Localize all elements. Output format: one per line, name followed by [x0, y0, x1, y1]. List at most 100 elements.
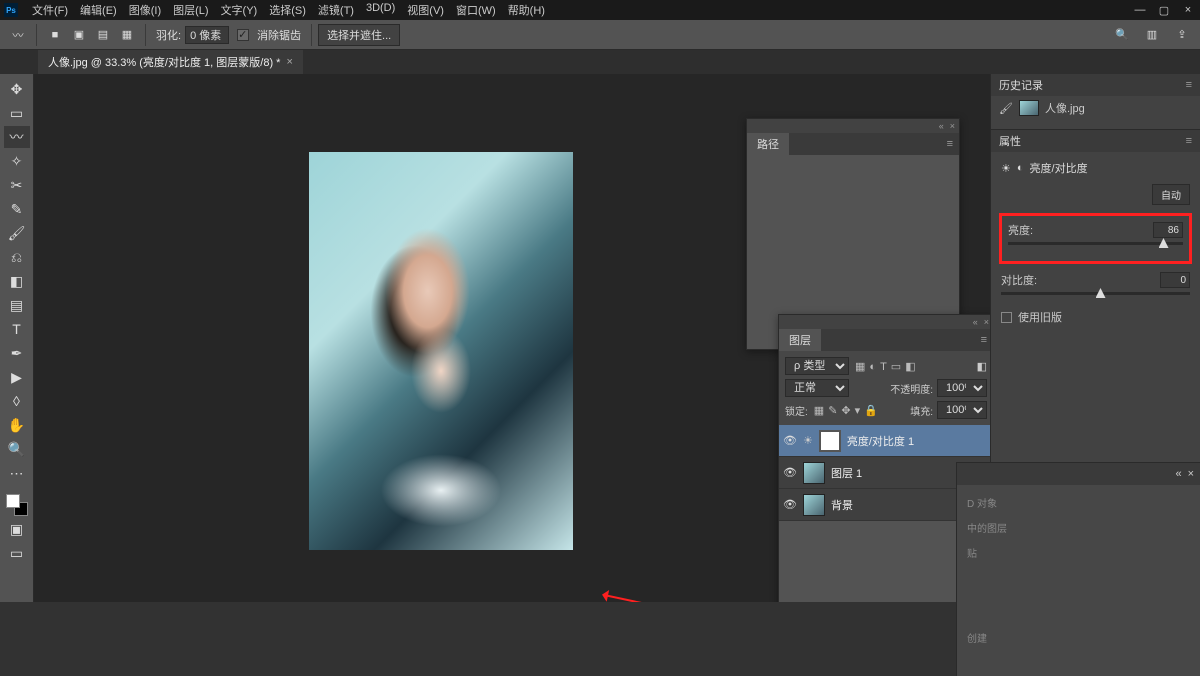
search-icon[interactable]: 🔍	[1112, 25, 1132, 45]
workspace-icon[interactable]: ▥	[1142, 25, 1162, 45]
layer-name-label: 图层 1	[831, 465, 862, 481]
document-tab-title: 人像.jpg @ 33.3% (亮度/对比度 1, 图层蒙版/8) *	[48, 54, 280, 70]
magic-wand-tool[interactable]: ✧	[4, 150, 30, 172]
opacity-input[interactable]: 100%	[937, 379, 987, 397]
share-icon[interactable]: ⇪	[1172, 25, 1192, 45]
panel-close-icon[interactable]: ×	[984, 317, 989, 327]
menu-item[interactable]: 文字(Y)	[215, 2, 264, 18]
visibility-toggle-icon[interactable]: 👁	[783, 434, 797, 447]
crop-tool[interactable]: ✂	[4, 174, 30, 196]
menu-item[interactable]: 图层(L)	[167, 2, 214, 18]
lasso-tool[interactable]: 〰	[4, 126, 30, 148]
menu-item[interactable]: 文件(F)	[26, 2, 74, 18]
panel-collapse-icon[interactable]: «	[973, 317, 978, 327]
main-area: ✥ ▭ 〰 ✧ ✂ ✎ 🖌 ⎌ ◧ ▤ T ✒ ▶ ◊ ✋ 🔍 ⋯ ▣ ▭ «	[0, 74, 1200, 602]
history-thumb	[1019, 100, 1039, 116]
legacy-checkbox[interactable]	[1001, 312, 1012, 323]
auto-button[interactable]: 自动	[1152, 184, 1190, 205]
document-tab[interactable]: 人像.jpg @ 33.3% (亮度/对比度 1, 图层蒙版/8) * ×	[38, 50, 303, 74]
shape-tool[interactable]: ◊	[4, 390, 30, 412]
color-swatches[interactable]	[6, 494, 28, 516]
highlight-annotation: 亮度:	[999, 213, 1192, 264]
selection-add-icon[interactable]: ▣	[69, 25, 89, 45]
menu-item[interactable]: 编辑(E)	[74, 2, 123, 18]
filter-toggle-icon[interactable]: ◧	[977, 360, 987, 373]
tool-preset-icon[interactable]: 〰	[8, 25, 28, 45]
foreground-color-swatch[interactable]	[6, 494, 20, 508]
eraser-tool[interactable]: ◧	[4, 270, 30, 292]
close-button[interactable]: ×	[1180, 3, 1196, 17]
panel-collapse-icon[interactable]: «	[1175, 468, 1181, 480]
menu-item[interactable]: 滤镜(T)	[312, 2, 360, 18]
panel-close-icon[interactable]: ×	[950, 121, 955, 131]
layer-filter-icons[interactable]: ▦◐T▭◧	[853, 360, 918, 373]
layer-filter-select[interactable]: ρ 类型	[785, 357, 849, 375]
legacy-label: 使用旧版	[1018, 309, 1062, 325]
options-bar: 〰 ■ ▣ ▤ ▦ 羽化: 消除锯齿 选择并遮住... 🔍 ▥ ⇪	[0, 20, 1200, 50]
menu-item[interactable]: 3D(D)	[360, 2, 401, 18]
feather-input[interactable]	[185, 26, 229, 44]
visibility-toggle-icon[interactable]: 👁	[783, 498, 797, 511]
eyedropper-tool[interactable]: ✎	[4, 198, 30, 220]
panel-menu-icon[interactable]: ≡	[975, 334, 990, 346]
antialias-checkbox[interactable]	[237, 29, 249, 41]
panel-menu-icon[interactable]: ≡	[1186, 79, 1192, 91]
layer-name-label: 亮度/对比度 1	[847, 433, 914, 449]
minimize-button[interactable]: —	[1132, 3, 1148, 17]
zoom-tool[interactable]: 🔍	[4, 438, 30, 460]
paths-tab[interactable]: 路径	[747, 133, 789, 155]
maximize-button[interactable]: ▢	[1156, 3, 1172, 17]
fill-input[interactable]: 100%	[937, 401, 987, 419]
menu-item[interactable]: 视图(V)	[401, 2, 450, 18]
visibility-toggle-icon[interactable]: 👁	[783, 466, 797, 479]
annotation-arrow	[604, 594, 776, 602]
tools-panel: ✥ ▭ 〰 ✧ ✂ ✎ 🖌 ⎌ ◧ ▤ T ✒ ▶ ◊ ✋ 🔍 ⋯ ▣ ▭	[0, 74, 34, 602]
menubar: Ps 文件(F)编辑(E)图像(I)图层(L)文字(Y)选择(S)滤镜(T)3D…	[0, 0, 1200, 20]
properties-tab[interactable]: 属性	[999, 133, 1021, 149]
document-tab-close-icon[interactable]: ×	[286, 56, 292, 68]
layers-tab[interactable]: 图层	[779, 329, 821, 351]
panel-menu-icon[interactable]: ≡	[1186, 135, 1192, 147]
type-tool[interactable]: T	[4, 318, 30, 340]
panel-close-icon[interactable]: ×	[1188, 468, 1194, 480]
brightness-slider[interactable]	[1008, 242, 1183, 245]
contrast-slider[interactable]	[1001, 292, 1190, 295]
lock-icons[interactable]: ▦✎✥▾🔒	[812, 404, 880, 417]
menu-item[interactable]: 窗口(W)	[450, 2, 502, 18]
layer-thumb[interactable]	[803, 462, 825, 484]
select-and-mask-button[interactable]: 选择并遮住...	[318, 24, 400, 46]
screen-mode-icon[interactable]: ▭	[4, 542, 30, 564]
brush-icon: 🖌	[999, 102, 1013, 115]
layer-row[interactable]: 👁☀亮度/对比度 1	[779, 425, 990, 457]
edit-toolbar[interactable]: ⋯	[4, 462, 30, 484]
panel-menu-icon[interactable]: ≡	[941, 138, 959, 150]
brightness-value-input[interactable]	[1153, 222, 1183, 238]
fill-label: 填充:	[910, 403, 933, 418]
clone-stamp-tool[interactable]: ⎌	[4, 246, 30, 268]
stub-line: 创建	[967, 630, 1190, 645]
document-image	[309, 152, 573, 550]
selection-intersect-icon[interactable]: ▦	[117, 25, 137, 45]
blend-mode-select[interactable]: 正常	[785, 379, 849, 397]
history-item-label[interactable]: 人像.jpg	[1045, 100, 1085, 116]
pen-tool[interactable]: ✒	[4, 342, 30, 364]
marquee-tool[interactable]: ▭	[4, 102, 30, 124]
menu-item[interactable]: 帮助(H)	[502, 2, 551, 18]
contrast-value-input[interactable]	[1160, 272, 1190, 288]
panel-collapse-icon[interactable]: «	[939, 121, 944, 131]
path-select-tool[interactable]: ▶	[4, 366, 30, 388]
gradient-tool[interactable]: ▤	[4, 294, 30, 316]
history-tab[interactable]: 历史记录	[999, 77, 1043, 93]
brush-tool[interactable]: 🖌	[4, 222, 30, 244]
hand-tool[interactable]: ✋	[4, 414, 30, 436]
selection-sub-icon[interactable]: ▤	[93, 25, 113, 45]
menu-item[interactable]: 图像(I)	[123, 2, 167, 18]
move-tool[interactable]: ✥	[4, 78, 30, 100]
layer-thumb[interactable]	[803, 494, 825, 516]
menu-item[interactable]: 选择(S)	[263, 2, 312, 18]
quick-mask-icon[interactable]: ▣	[4, 518, 30, 540]
canvas[interactable]: « × 路径 ≡ « × 图层 ≡ ρ 类型 ▦◐T▭◧	[34, 74, 990, 602]
selection-new-icon[interactable]: ■	[45, 25, 65, 45]
mask-icon: ◐	[1017, 162, 1024, 174]
layer-mask-thumb[interactable]	[819, 430, 841, 452]
